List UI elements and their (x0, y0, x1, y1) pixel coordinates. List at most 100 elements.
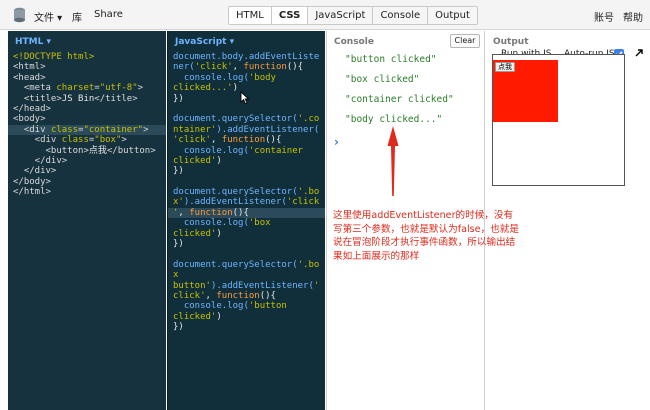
code-line[interactable]: ', function(){ (168, 207, 325, 219)
code-token: console.log( (183, 145, 249, 156)
code-line[interactable]: <head> (13, 73, 166, 83)
file-menu[interactable]: 文件 ▾ (34, 9, 62, 24)
code-token: </div> (13, 166, 57, 177)
code-line[interactable]: 'click', function(){ (173, 135, 325, 145)
code-token: click' (173, 290, 206, 301)
container-box[interactable]: 点我 (493, 60, 558, 122)
code-line[interactable] (173, 177, 325, 187)
code-line[interactable]: document.querySelector('.co (173, 114, 325, 124)
code-line[interactable]: <button>点我</button> (13, 146, 166, 156)
code-line[interactable]: ner('click', function(){ (173, 62, 325, 72)
code-token: , (210, 135, 222, 146)
code-token: x (173, 270, 179, 281)
code-line[interactable]: click', function(){ (173, 291, 325, 301)
clear-button[interactable]: Clear (450, 34, 480, 48)
code-token: function (221, 135, 266, 146)
code-line[interactable]: }) (173, 239, 325, 249)
code-line[interactable]: <meta charset="utf-8"> (13, 83, 166, 93)
tab-css[interactable]: CSS (270, 7, 308, 24)
code-token: ' (313, 280, 320, 291)
code-token: function (189, 207, 233, 218)
console-prompt[interactable]: › (334, 135, 339, 149)
code-line[interactable]: clicked') (173, 156, 325, 166)
code-token: "container" (83, 124, 144, 135)
code-token: clicked...' (173, 83, 233, 94)
code-token: (){ (265, 135, 282, 146)
code-line[interactable]: <body> (13, 114, 166, 124)
code-line[interactable]: console.log('container (173, 146, 325, 156)
code-token: </html> (13, 187, 51, 198)
code-token: document.querySelector( (173, 259, 298, 270)
code-line[interactable]: </div> (13, 156, 166, 166)
code-line[interactable]: }) (173, 322, 325, 332)
console-log-line: "container clicked" (345, 94, 454, 105)
code-token: }) (173, 93, 184, 104)
code-token: ) (216, 155, 222, 166)
js-panel-title[interactable]: JavaScript ▾ (175, 37, 234, 47)
code-token: 'click' (194, 62, 233, 73)
code-token: ) (232, 83, 239, 94)
code-line[interactable]: console.log('body (173, 73, 325, 83)
popout-arrow-icon[interactable] (634, 48, 644, 58)
code-line[interactable]: clicked') (173, 229, 325, 239)
console-title: Console (334, 37, 374, 47)
code-line[interactable]: x (173, 270, 325, 280)
code-line[interactable] (173, 249, 325, 259)
code-line[interactable]: document.querySelector('.bo (173, 260, 325, 270)
tab-javascript[interactable]: JavaScript (307, 7, 373, 24)
code-line[interactable]: document.querySelector('.bo (173, 187, 325, 197)
tab-console[interactable]: Console (372, 7, 428, 24)
tab-html[interactable]: HTML (229, 7, 271, 24)
tab-output[interactable]: Output (427, 7, 477, 24)
code-token: <title> (13, 93, 62, 104)
code-token: }) (173, 322, 184, 333)
code-token: </body> (13, 176, 51, 187)
help-menu[interactable]: 帮助 (623, 9, 643, 24)
code-line[interactable]: </div> (13, 166, 166, 176)
code-line[interactable]: <div class="box"> (13, 135, 166, 145)
html-code[interactable]: <!DOCTYPE html> <html> <head> <meta charse… (8, 52, 166, 197)
code-token: 'box (248, 218, 271, 229)
top-bar: 文件 ▾ 库 Share HTML CSS JavaScript Console… (0, 0, 650, 30)
code-token: JS Bin (61, 93, 95, 104)
code-line[interactable]: ntainer').addEventListener( (173, 125, 325, 135)
mouse-cursor-icon (240, 91, 250, 105)
jsbin-logo-icon[interactable] (13, 7, 26, 23)
account-menu[interactable]: 账号 (594, 9, 614, 24)
code-token: '.co (297, 114, 320, 125)
code-line[interactable]: console.log('button (173, 301, 325, 311)
js-editor-panel[interactable]: JavaScript ▾ document.body.addEventListe… (167, 31, 325, 410)
code-line[interactable]: button').addEventListener(' (173, 281, 325, 291)
code-line[interactable]: }) (173, 166, 325, 176)
code-line[interactable]: </html> (13, 187, 166, 197)
code-line[interactable]: console.log('box (173, 218, 325, 228)
code-token: console.log( (183, 72, 249, 83)
code-token: 点我 (88, 145, 107, 156)
code-token: , (232, 62, 244, 73)
code-line[interactable]: </body> (13, 177, 166, 187)
click-me-button[interactable]: 点我 (495, 62, 515, 72)
code-token: console.log( (183, 218, 249, 229)
code-line[interactable]: </head> (13, 104, 166, 114)
code-token: ).addEventListener( (183, 197, 287, 208)
code-line[interactable]: clicked') (173, 312, 325, 322)
code-line[interactable] (173, 104, 325, 114)
library-menu[interactable]: 库 (72, 9, 82, 24)
html-panel-title[interactable]: HTML ▾ (15, 37, 51, 47)
code-token: ).addEventListener( (216, 124, 320, 135)
code-line[interactable]: document.body.addEventListe (173, 52, 325, 62)
code-token: "utf-8" (99, 83, 138, 94)
code-token: 'container (248, 145, 304, 156)
code-token: 'click (286, 197, 320, 208)
code-line[interactable]: <html> (13, 62, 166, 72)
code-line[interactable]: <!DOCTYPE html> (13, 52, 166, 62)
code-line[interactable]: <div class="container"> (8, 124, 166, 136)
code-token: > (143, 124, 149, 135)
code-line[interactable]: x').addEventListener('click (173, 197, 325, 207)
html-editor-panel[interactable]: HTML ▾ <!DOCTYPE html> <html> <head> <meta… (8, 31, 166, 410)
code-token: function (216, 290, 260, 301)
code-line[interactable]: <title>JS Bin</title> (13, 94, 166, 104)
share-menu[interactable]: Share (94, 9, 123, 20)
